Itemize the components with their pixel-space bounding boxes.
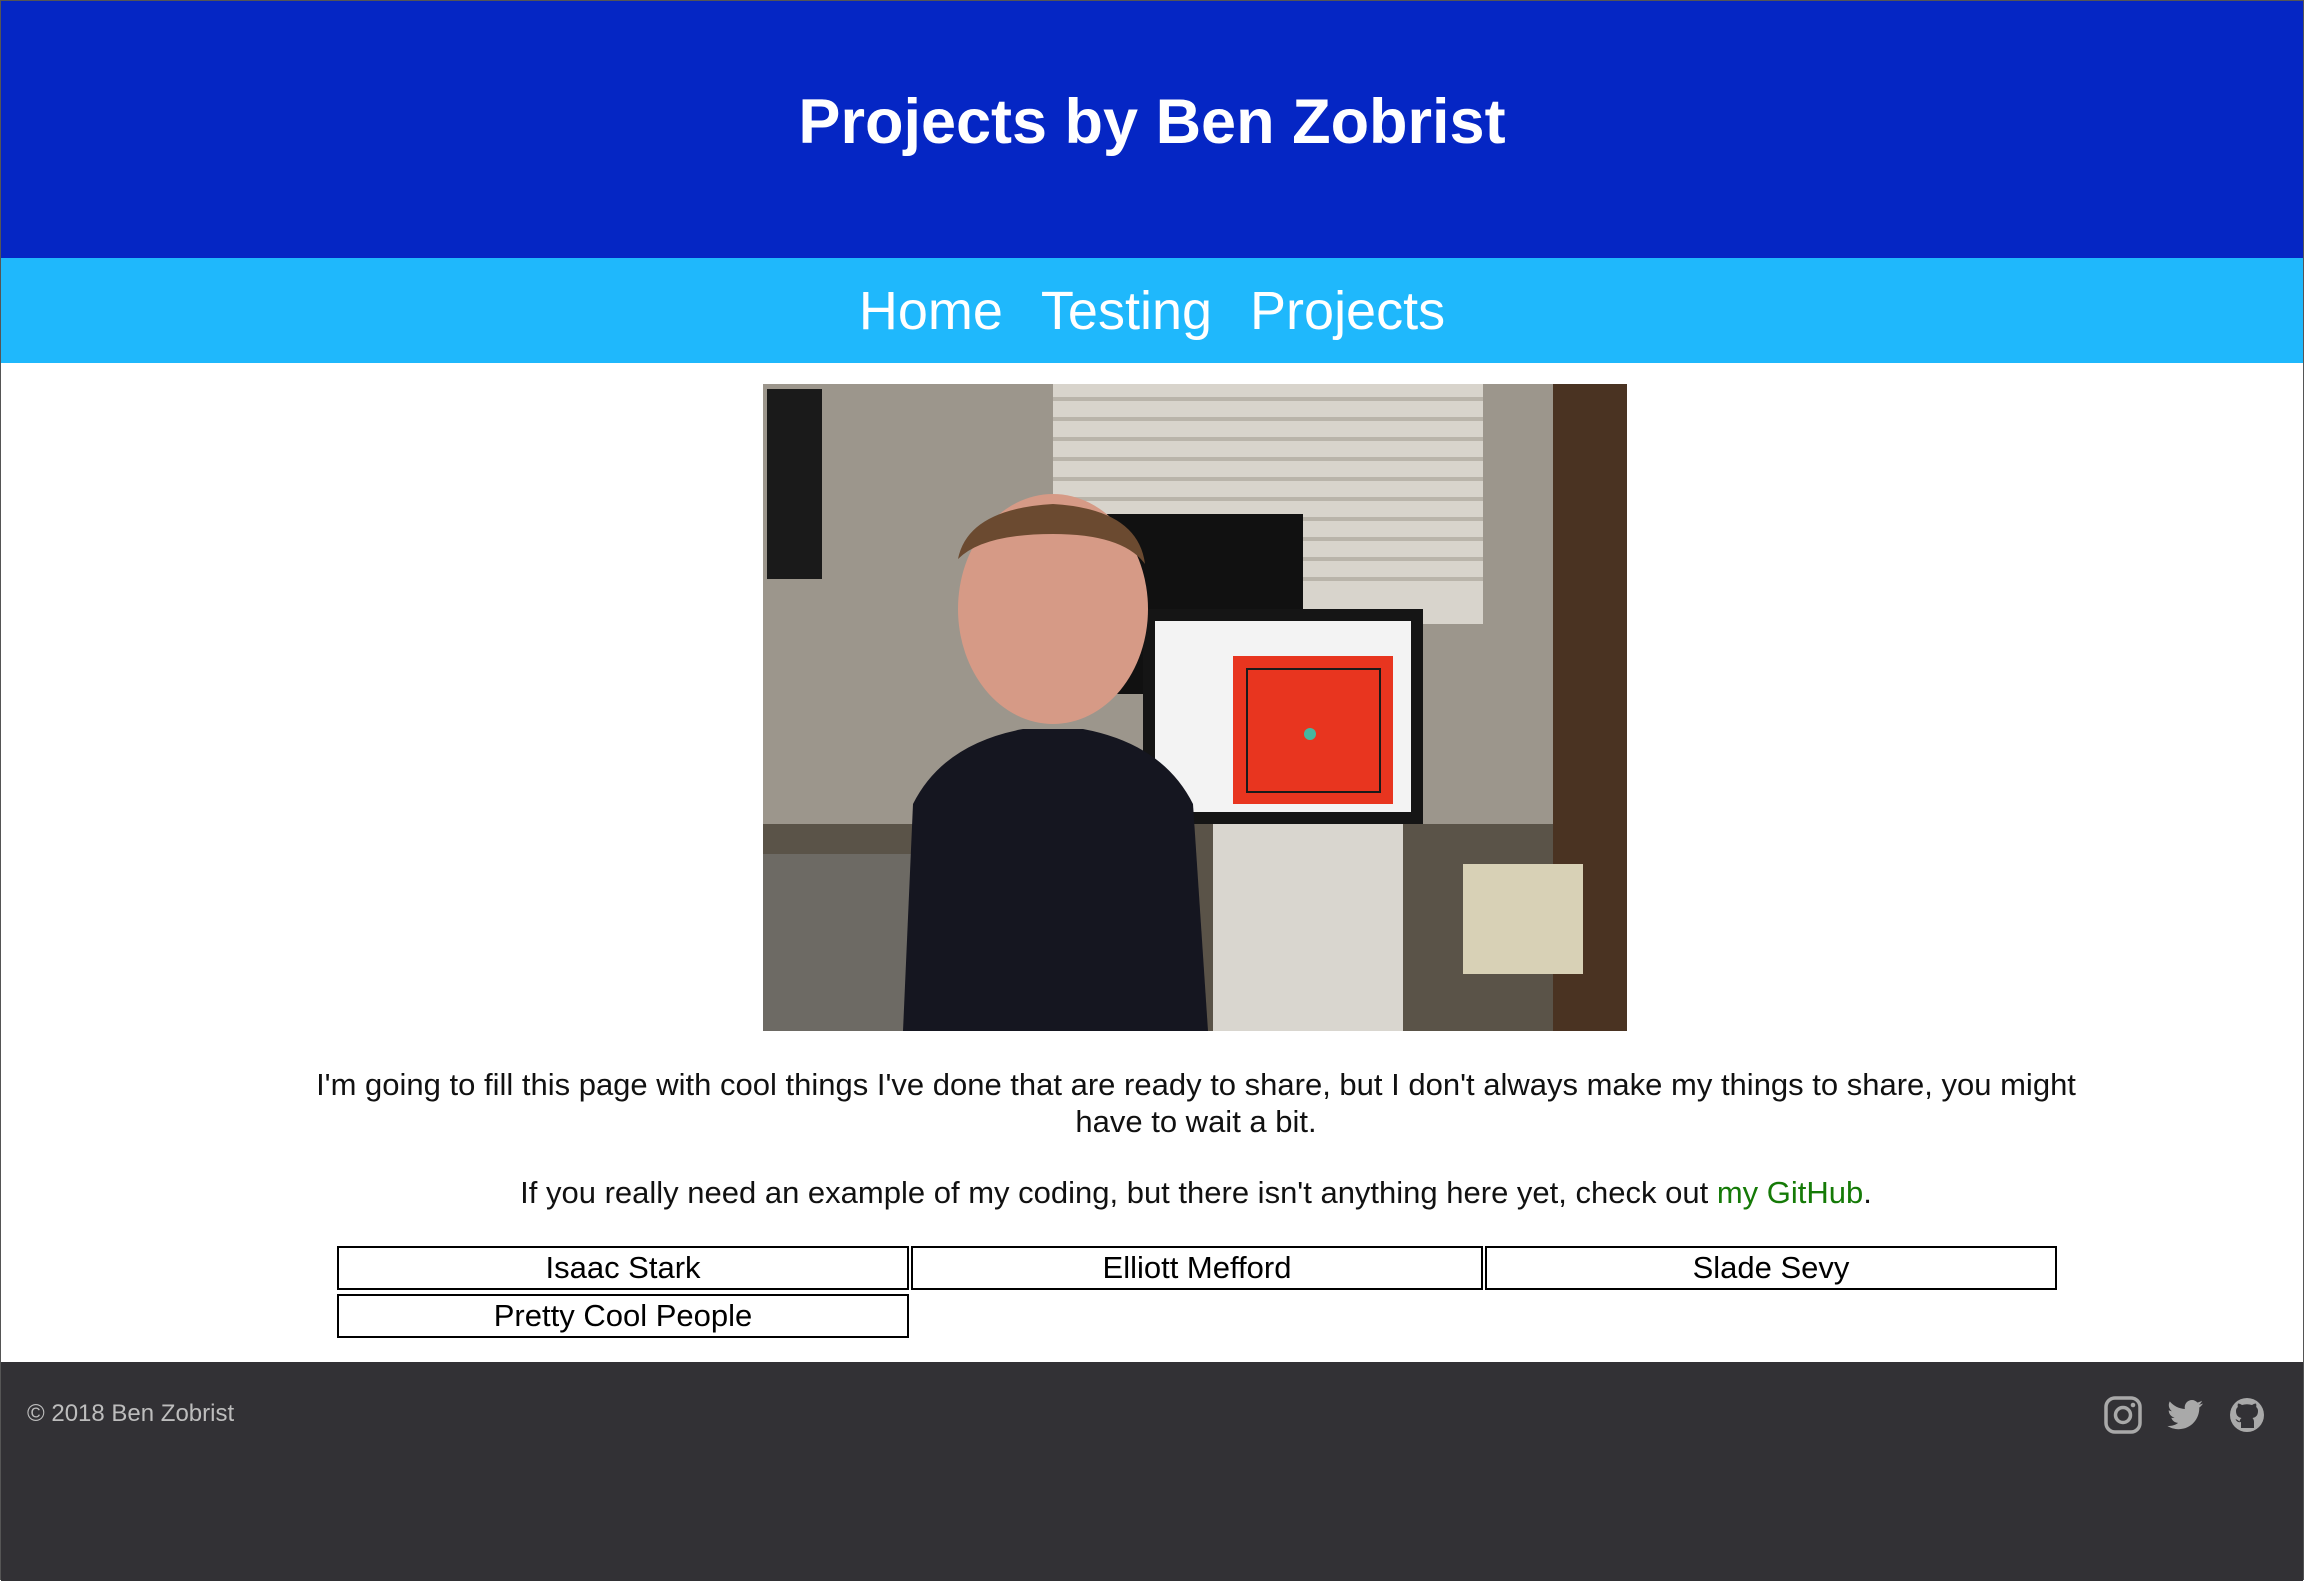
nav-link-testing[interactable]: Testing	[1041, 280, 1212, 342]
instagram-icon[interactable]	[2103, 1395, 2143, 1435]
photo-illustration	[763, 384, 1627, 1031]
page-title: Projects by Ben Zobrist	[798, 86, 1506, 157]
project-tile-pretty-cool-people[interactable]: Pretty Cool People	[337, 1294, 909, 1338]
twitter-icon[interactable]	[2165, 1395, 2205, 1435]
nav-bar: Home Testing Projects	[1, 258, 2303, 363]
nav-link-projects[interactable]: Projects	[1250, 280, 1445, 342]
intro-text: I'm going to fill this page with cool th…	[316, 1067, 2076, 1139]
github-paragraph: If you really need an example of my codi…	[301, 1174, 2091, 1211]
project-tile-elliott-mefford[interactable]: Elliott Mefford	[911, 1246, 1483, 1290]
site-footer: © 2018 Ben Zobrist	[1, 1362, 2303, 1581]
github-icon[interactable]	[2227, 1395, 2267, 1435]
github-link[interactable]: my GitHub	[1717, 1175, 1863, 1210]
site-header: Projects by Ben Zobrist	[1, 1, 2303, 258]
project-tile-slade-sevy[interactable]: Slade Sevy	[1485, 1246, 2057, 1290]
github-prefix-text: If you really need an example of my codi…	[520, 1175, 1717, 1210]
project-tile-isaac-stark[interactable]: Isaac Stark	[337, 1246, 909, 1290]
hero-photo	[763, 384, 1627, 1031]
nav-link-home[interactable]: Home	[859, 280, 1003, 342]
copyright-text: © 2018 Ben Zobrist	[27, 1400, 235, 1427]
github-suffix-text: .	[1863, 1175, 1872, 1210]
social-links	[2103, 1395, 2267, 1435]
